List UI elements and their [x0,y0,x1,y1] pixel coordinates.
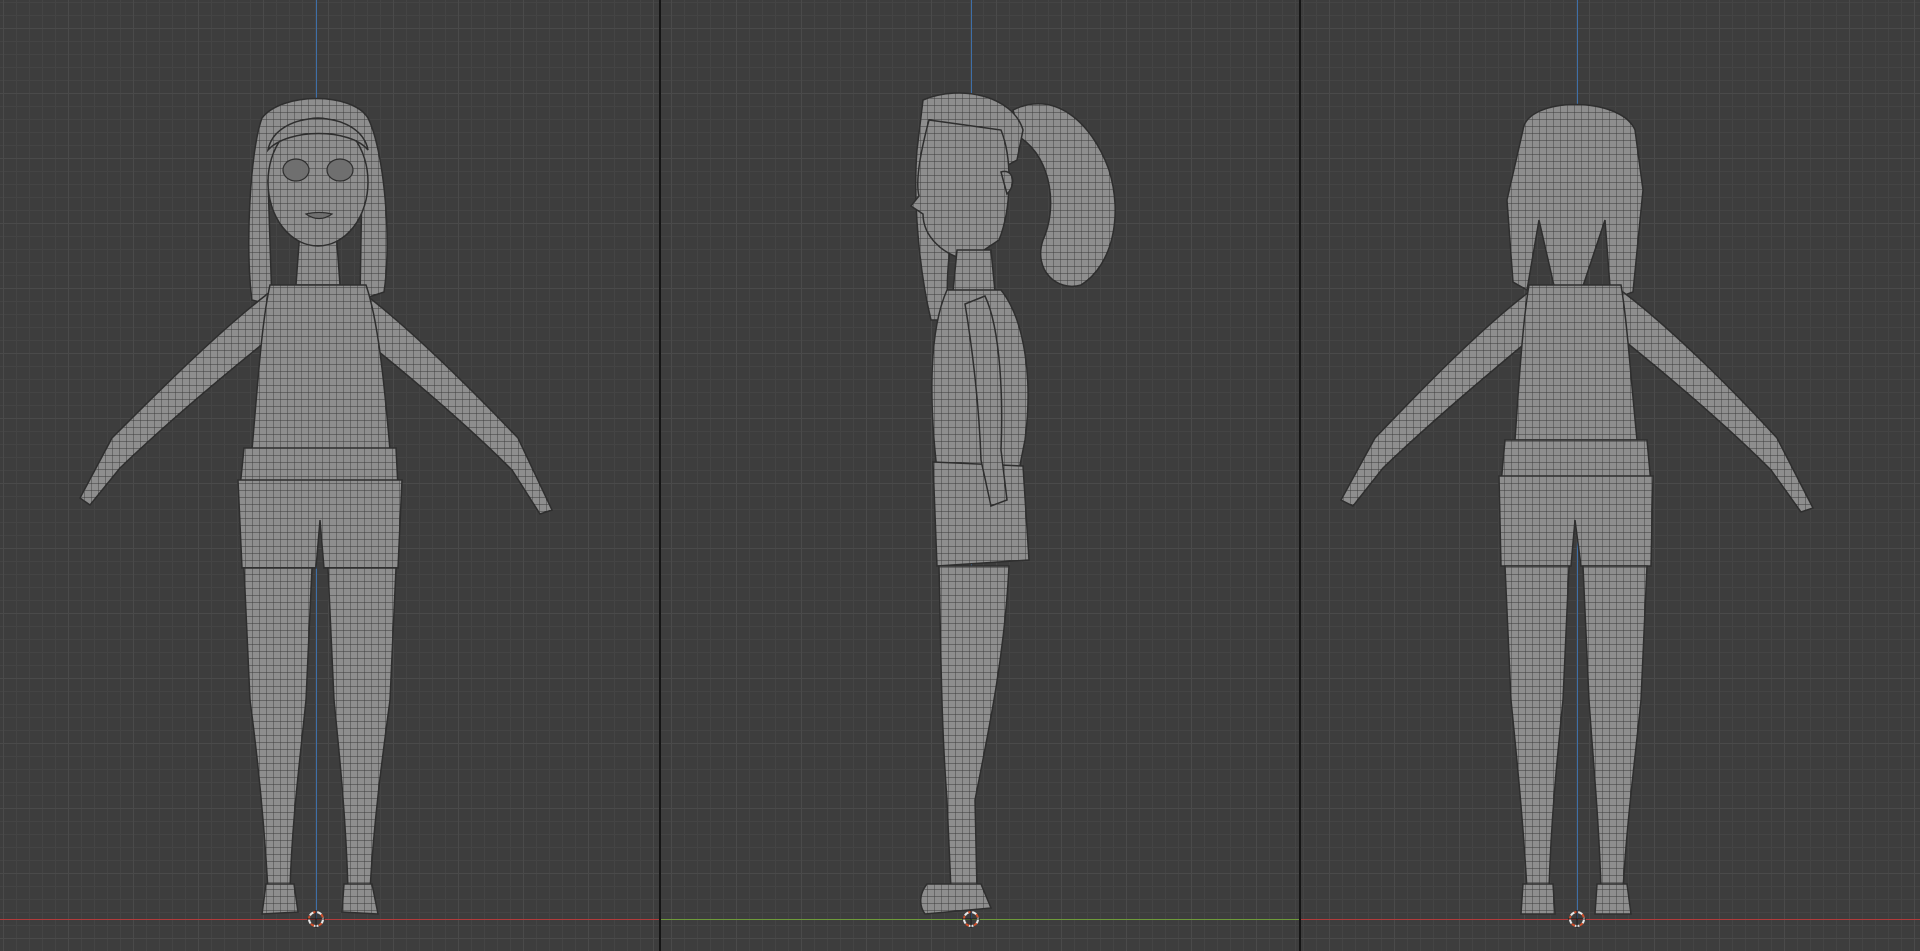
viewport-back[interactable] [1300,0,1920,951]
3d-cursor-icon[interactable] [306,909,326,929]
character-mesh-front[interactable] [0,0,659,951]
character-mesh-side[interactable] [661,0,1298,951]
viewport-front[interactable] [0,0,660,951]
3d-cursor-icon[interactable] [961,909,981,929]
3d-cursor-icon[interactable] [1567,909,1587,929]
character-mesh-back[interactable] [1301,0,1920,951]
viewport-layout [0,0,1920,951]
viewport-side[interactable] [661,0,1299,951]
